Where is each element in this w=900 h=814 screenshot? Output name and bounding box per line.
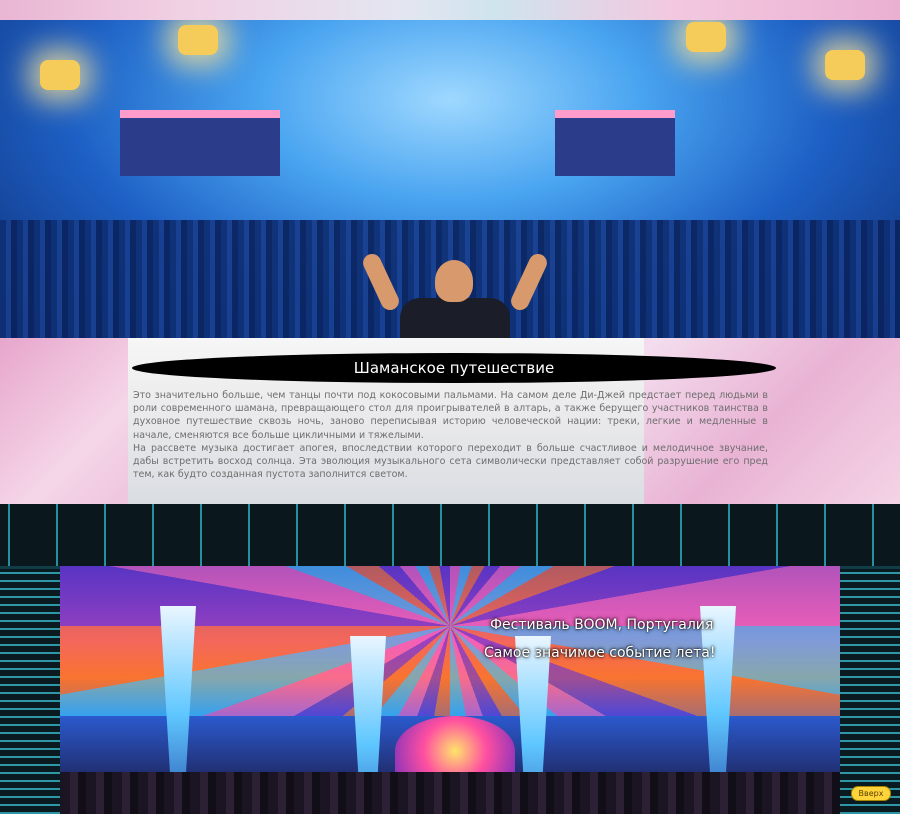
scroll-up-label: Вверх xyxy=(858,789,884,798)
stage-tent-left xyxy=(120,110,280,176)
festival-stage-image xyxy=(60,566,840,814)
hexagon-light-ceiling xyxy=(0,504,900,569)
festival-caption-subtitle: Самое значимое событие лета! xyxy=(484,645,716,661)
top-decor-strip xyxy=(0,0,900,20)
spotlight-icon xyxy=(178,25,218,55)
light-tunnel-right xyxy=(840,566,900,814)
article-paragraph-1: Это значительно больше, чем танцы почти … xyxy=(133,390,768,441)
decor-pillar xyxy=(700,606,736,786)
hero-concert-image xyxy=(0,20,900,338)
festival-audience xyxy=(60,772,840,814)
spotlight-icon xyxy=(825,50,865,80)
light-tunnel-left xyxy=(0,566,60,814)
festival-section xyxy=(0,504,900,814)
spotlight-icon xyxy=(40,60,80,90)
festival-caption-title: Фестиваль BOOM, Португалия xyxy=(490,617,714,633)
article-title: Шаманское путешествие xyxy=(132,353,776,383)
article-body: Это значительно больше, чем танцы почти … xyxy=(133,389,768,481)
stage-tent-right xyxy=(555,110,675,176)
article-paragraph-2: На рассвете музыка достигает апогея, впо… xyxy=(133,442,768,481)
scroll-up-button[interactable]: Вверх xyxy=(851,786,891,801)
dj-figure xyxy=(360,251,550,338)
spotlight-icon xyxy=(686,22,726,52)
